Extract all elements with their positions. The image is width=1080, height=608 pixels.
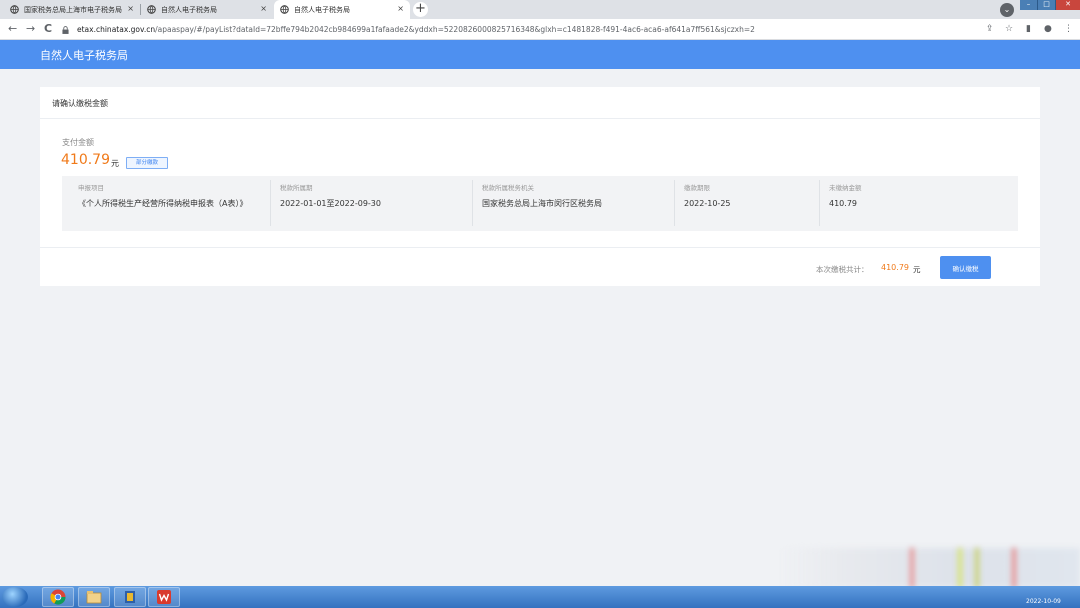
column-tax-period: 税款所属期 2022-01-01至2022-09-30 (280, 176, 470, 231)
browser-tab-1[interactable]: 国家税务总局上海市电子税务局 × (4, 0, 140, 19)
taskbar-date: 2022-10-09 (1026, 598, 1061, 605)
browser-tab-strip: 国家税务总局上海市电子税务局 × 自然人电子税务局 × 自然人电子税务局 × +… (0, 0, 1080, 19)
column-tax-authority: 税款所属税务机关 国家税务总局上海市闵行区税务局 (482, 176, 672, 231)
chrome-icon (50, 589, 66, 605)
reload-icon[interactable]: C (44, 22, 52, 36)
pay-amount-label: 支付金额 (62, 138, 94, 147)
tax-detail-table: 申报项目 《个人所得税生产经营所得纳税申报表（A表）》 税款所属期 2022-0… (62, 176, 1018, 231)
column-value: 国家税务总局上海市闵行区税务局 (482, 199, 602, 208)
confirm-payment-button[interactable]: 确认缴税 (940, 256, 991, 279)
start-button-icon[interactable] (2, 587, 28, 607)
total-amount: 410.79 (881, 263, 909, 272)
blurred-region (975, 548, 979, 588)
column-declaration-item: 申报项目 《个人所得税生产经营所得纳税申报表（A表）》 (78, 176, 268, 231)
app-title: 自然人电子税务局 (40, 49, 128, 62)
total-unit: 元 (913, 265, 921, 274)
column-value: 2022-10-25 (684, 199, 731, 208)
chrome-icon[interactable] (42, 587, 74, 607)
blurred-region (958, 548, 962, 588)
close-tab-icon[interactable]: × (260, 4, 267, 14)
globe-icon (147, 5, 156, 14)
browser-menu-icon[interactable]: ⋮ (1064, 23, 1073, 35)
column-header: 申报项目 (78, 184, 104, 192)
tab-title: 自然人电子税务局 (161, 5, 217, 14)
total-label: 本次缴税共计： (816, 265, 869, 274)
column-value: 2022-01-01至2022-09-30 (280, 199, 381, 208)
folder-icon (86, 591, 102, 604)
column-header: 缴款期限 (684, 184, 710, 192)
profile-icon[interactable]: ● (1044, 23, 1052, 35)
wps-icon[interactable] (148, 587, 180, 607)
partial-payment-tag: 部分缴款 (126, 157, 168, 169)
bookmark-star-icon[interactable]: ☆ (1005, 23, 1013, 35)
side-panel-icon[interactable]: ▮ (1026, 23, 1031, 35)
globe-icon (10, 5, 19, 14)
back-icon[interactable]: ← (8, 22, 17, 36)
new-tab-button[interactable]: + (413, 2, 428, 17)
tab-title: 国家税务总局上海市电子税务局 (24, 5, 122, 14)
file-explorer-icon[interactable] (78, 587, 110, 607)
close-tab-icon[interactable]: × (397, 4, 404, 14)
url-text: etax.chinatax.gov.cn/apaaspay/#/payList?… (77, 25, 755, 34)
blurred-region (1012, 548, 1016, 588)
column-header: 税款所属税务机关 (482, 184, 534, 192)
column-header: 未缴纳金额 (829, 184, 862, 192)
pay-amount-value: 410.79 (61, 152, 110, 168)
payment-confirm-card: 请确认缴税金额 支付金额 410.79 元 部分缴款 申报项目 《个人所得税生产… (40, 87, 1040, 286)
browser-tab-3-active[interactable]: 自然人电子税务局 × (274, 0, 410, 19)
close-window-icon[interactable]: ✕ (1056, 0, 1080, 10)
address-bar[interactable]: etax.chinatax.gov.cn/apaaspay/#/payList?… (62, 22, 977, 37)
app-icon[interactable] (114, 587, 146, 607)
share-icon[interactable]: ⇪ (986, 23, 994, 35)
taskbar (0, 586, 1080, 608)
browser-toolbar: ← → C etax.chinatax.gov.cn/apaaspay/#/pa… (0, 19, 1080, 40)
blurred-region (910, 548, 914, 588)
column-value: 410.79 (829, 199, 857, 208)
minimize-icon[interactable]: – (1020, 0, 1038, 10)
tab-title: 自然人电子税务局 (294, 5, 350, 14)
divider (40, 247, 1040, 248)
url-path: /apaaspay/#/payList?dataId=72bffe794b204… (155, 25, 755, 34)
window-controls: – □ ✕ (1020, 0, 1080, 10)
app-icon (125, 591, 135, 603)
column-payment-deadline: 缴款期限 2022-10-25 (684, 176, 814, 231)
divider (40, 118, 1040, 119)
globe-icon (280, 5, 289, 14)
close-tab-icon[interactable]: × (127, 4, 134, 14)
column-unpaid-amount: 未缴纳金额 410.79 (829, 176, 1009, 231)
url-domain: etax.chinatax.gov.cn (77, 25, 156, 34)
column-header: 税款所属期 (280, 184, 313, 192)
pay-amount-unit: 元 (111, 159, 119, 168)
blurred-region (778, 548, 1080, 588)
maximize-icon[interactable]: □ (1038, 0, 1056, 10)
column-value: 《个人所得税生产经营所得纳税申报表（A表）》 (78, 199, 248, 208)
app-header: 自然人电子税务局 (0, 40, 1080, 69)
forward-icon[interactable]: → (26, 22, 35, 36)
lock-icon (62, 25, 69, 34)
card-title: 请确认缴税金额 (52, 99, 108, 108)
browser-tab-2[interactable]: 自然人电子税务局 × (141, 0, 273, 19)
wps-icon (157, 590, 171, 604)
tab-search-icon[interactable]: ⌄ (1000, 3, 1014, 17)
